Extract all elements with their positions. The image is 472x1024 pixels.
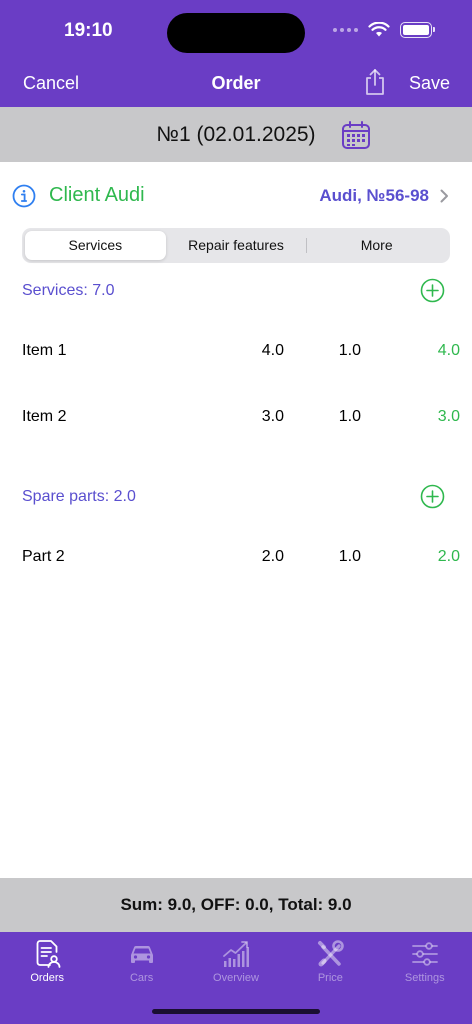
service-name: Item 1 [22,342,67,359]
segmented-control: Services Repair features More [22,228,450,263]
part-total: 2.0 [437,548,460,565]
service-name: Item 2 [22,408,67,425]
tools-icon [318,940,345,967]
spare-parts-header: Spare parts: 2.0 [22,488,136,505]
services-header: Services: 7.0 [22,282,115,299]
service-row[interactable]: Item 1 4.0 1.0 4.0 [0,342,472,364]
battery-icon [400,22,435,38]
part-name: Part 2 [22,548,65,565]
tab-orders[interactable]: Orders [0,932,94,1024]
service-total: 4.0 [437,342,460,359]
segment-repair-features[interactable]: Repair features [166,231,307,260]
service-price: 4.0 [261,342,284,359]
client-row[interactable]: Client Audi Audi, №56-98 [0,162,472,228]
add-part-icon[interactable] [420,484,445,509]
cellular-signal-icon [333,28,358,32]
service-qty: 1.0 [338,342,361,359]
info-icon[interactable] [12,184,36,208]
service-price: 3.0 [261,408,284,425]
part-qty: 1.0 [338,548,361,565]
client-car[interactable]: Audi, №56-98 [319,186,429,206]
top-bar: 19:10 Cancel Order Save [0,0,472,107]
car-icon [130,945,153,963]
cancel-button[interactable]: Cancel [23,73,79,94]
summary-text: Sum: 9.0, OFF: 0.0, Total: 9.0 [120,895,352,914]
service-row[interactable]: Item 2 3.0 1.0 3.0 [0,408,472,430]
calendar-icon[interactable] [341,120,371,150]
client-name: Client Audi [49,184,145,206]
part-row[interactable]: Part 2 2.0 1.0 2.0 [0,548,472,570]
orders-icon [36,940,61,968]
add-service-icon[interactable] [420,278,445,303]
order-bar: №1 (02.01.2025) [0,107,472,162]
segment-more[interactable]: More [306,231,447,260]
tab-settings[interactable]: Settings [378,932,472,1024]
chart-icon [223,941,249,967]
tab-cars-label: Cars [129,972,154,984]
service-qty: 1.0 [338,408,361,425]
tab-orders-label: Orders [30,972,64,984]
share-icon[interactable] [364,68,386,96]
chevron-right-icon [440,189,448,203]
status-indicators [333,22,435,38]
status-time: 19:10 [64,20,113,41]
segment-services[interactable]: Services [25,231,166,260]
save-button[interactable]: Save [409,73,450,94]
dynamic-island [167,13,305,53]
page-title: Order [211,73,261,93]
tab-price-label: Price [317,972,343,984]
part-price: 2.0 [261,548,284,565]
tab-overview-label: Overview [213,972,259,984]
summary-bar: Sum: 9.0, OFF: 0.0, Total: 9.0 [0,878,472,932]
tab-settings-label: Settings [404,972,445,984]
sliders-icon [411,942,438,966]
order-title: №1 (02.01.2025) [156,122,316,146]
home-indicator [152,1009,320,1014]
wifi-icon [368,22,390,37]
service-total: 3.0 [437,408,460,425]
